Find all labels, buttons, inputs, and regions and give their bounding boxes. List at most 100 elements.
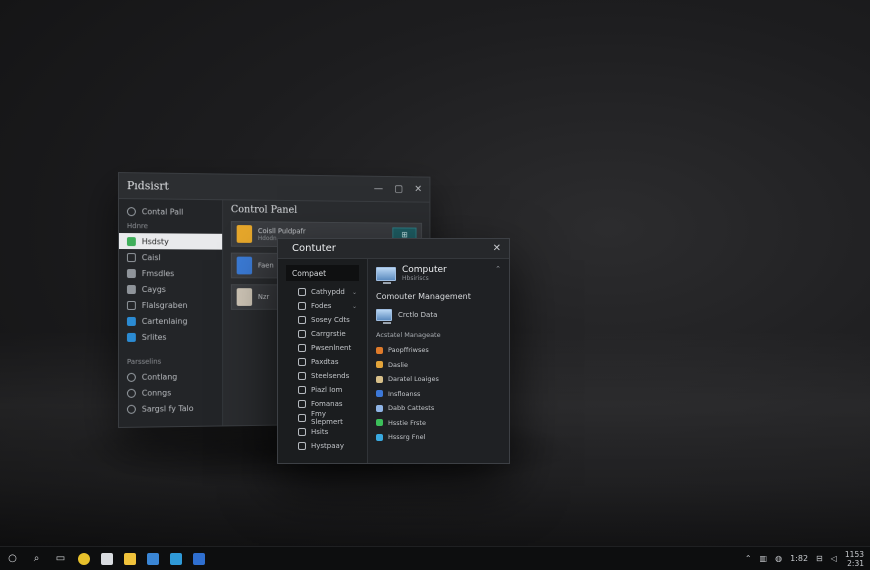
- item-icon: [298, 358, 306, 366]
- chrome-icon[interactable]: [78, 552, 90, 565]
- sidebar-item[interactable]: Fmsdles: [119, 265, 222, 281]
- chevron-up-icon[interactable]: ⌃: [495, 265, 501, 273]
- folder-icon: [376, 433, 383, 441]
- sidebar-item[interactable]: Fomanas: [278, 397, 367, 411]
- shortcut-item[interactable]: Crctlo Data: [376, 309, 501, 324]
- chevron-down-icon: ⌄: [351, 288, 357, 296]
- word-icon[interactable]: [193, 552, 205, 565]
- notepad-icon[interactable]: [101, 552, 113, 565]
- chevron-down-icon: ⌄: [351, 302, 357, 310]
- chevron-up-icon[interactable]: ⌃: [745, 554, 752, 563]
- display-icon: [126, 300, 136, 310]
- circle-icon: [126, 372, 136, 382]
- list-item[interactable]: Paopffriwses: [376, 343, 501, 358]
- shield-icon: [126, 236, 136, 246]
- close-button[interactable]: ✕: [493, 243, 501, 254]
- folder-icon: [126, 268, 136, 278]
- store-icon[interactable]: [147, 552, 159, 565]
- sidebar-item[interactable]: Hsits: [278, 425, 367, 439]
- sidebar-item[interactable]: Pwsenlnent: [278, 341, 367, 355]
- monitor-icon: [376, 309, 392, 324]
- sidebar-item[interactable]: Cathypdd ⌄: [278, 285, 367, 299]
- folder-icon: [376, 375, 383, 383]
- document-icon: [376, 404, 383, 412]
- sidebar-item[interactable]: Hystpaay: [278, 439, 367, 453]
- sidebar-item[interactable]: Steelsends: [278, 369, 367, 383]
- sidebar-item-selected[interactable]: Hsdsty: [118, 233, 223, 250]
- list-icon: [126, 252, 136, 262]
- list-item[interactable]: Daslie: [376, 358, 501, 373]
- list-item[interactable]: Hsstie Frste: [376, 416, 501, 431]
- tray-text[interactable]: 1:82: [790, 554, 808, 563]
- computer-sidebar: Compaet Cathypdd ⌄ Fodes ⌄ Sosey Cdts Carr…: [278, 259, 368, 463]
- computer-title: Computer: [402, 265, 447, 275]
- clock[interactable]: 1153 2:31: [845, 550, 864, 568]
- drive-icon: [126, 284, 136, 294]
- network-icon[interactable]: ◍: [775, 554, 782, 563]
- sidebar-item[interactable]: Sargsl fy Talo: [119, 400, 222, 417]
- item-icon: [298, 428, 306, 436]
- back-sidebar: Contal Pall Hdnre Hsdsty Caisl Fmsdles C…: [118, 199, 224, 427]
- folder-icon[interactable]: [124, 552, 136, 565]
- sidebar-section2-label: Parsselins: [126, 357, 162, 366]
- search-icon[interactable]: ⌕: [30, 552, 43, 565]
- settings-icon: [126, 206, 136, 216]
- back-window-titlebar[interactable]: Pıdsisrt — ▢ ✕: [118, 173, 430, 203]
- list-item[interactable]: Daratel Loaiges: [376, 372, 501, 387]
- computer-header: Computer Hbsiriscs ⌃: [376, 265, 501, 284]
- sidebar-item[interactable]: Paxdtas: [278, 355, 367, 369]
- sidebar-item[interactable]: Fodes ⌄: [278, 299, 367, 313]
- volume-icon[interactable]: ◁: [831, 554, 837, 563]
- list-item[interactable]: Dabb Cattests: [376, 401, 501, 416]
- sidebar-item[interactable]: Conngs: [119, 384, 222, 401]
- item-icon: [298, 288, 306, 296]
- battery-icon[interactable]: ▥: [760, 554, 768, 563]
- sidebar-section-label: Hdnre: [126, 222, 148, 231]
- document-icon: [376, 390, 383, 398]
- sidebar-header[interactable]: Compaet: [286, 265, 359, 281]
- apps-icon: [126, 332, 136, 342]
- system-tray: ⌃ ▥ ◍ 1:82 ⊟ ◁ 1153 2:31: [745, 550, 864, 568]
- book-icon: [236, 256, 253, 275]
- computer-subtitle: Hbsiriscs: [402, 275, 429, 282]
- item-icon: [298, 442, 306, 450]
- package-icon: [236, 288, 253, 306]
- computer-window-titlebar[interactable]: Contuter ✕: [278, 239, 509, 259]
- item-icon: [298, 400, 306, 408]
- computer-main-panel: Computer Hbsiriscs ⌃ Comouter Management…: [368, 259, 509, 463]
- tools-list: Paopffriwses Daslie Daratel Loaiges Insf…: [376, 343, 501, 445]
- sidebar-item-control-panel[interactable]: Contal Pall: [119, 203, 222, 220]
- maximize-button[interactable]: ▢: [394, 184, 403, 195]
- sidebar-item[interactable]: Caisl: [119, 249, 222, 265]
- sidebar-item[interactable]: Contlang: [119, 368, 222, 385]
- page-title: Control Panel: [230, 204, 298, 216]
- computer-window-title: Contuter: [292, 243, 336, 254]
- tool-icon: [376, 346, 383, 354]
- item-icon: [298, 344, 306, 352]
- sidebar-item[interactable]: Sosey Cdts: [278, 313, 367, 327]
- sidebar-item[interactable]: Carrgrstie: [278, 327, 367, 341]
- list-item[interactable]: Insfloanss: [376, 387, 501, 402]
- close-button[interactable]: ✕: [414, 184, 422, 195]
- list-item[interactable]: Hsssrg Fnel: [376, 430, 501, 445]
- sidebar-item[interactable]: Fmy Slepmert: [278, 410, 367, 426]
- edge-icon[interactable]: [170, 552, 182, 565]
- network-icon: [126, 316, 136, 326]
- sidebar-item[interactable]: Caygs: [119, 281, 222, 297]
- item-icon: [298, 372, 306, 380]
- sidebar-item[interactable]: Flalsgraben: [119, 297, 222, 313]
- sidebar-item[interactable]: Piazl Iom: [278, 383, 367, 397]
- task-view-icon[interactable]: ▭: [54, 552, 67, 565]
- start-icon[interactable]: ○: [6, 552, 19, 565]
- sidebar-item[interactable]: Srlites: [119, 329, 222, 345]
- check-icon: [376, 419, 383, 427]
- tool-icon: [376, 361, 383, 369]
- minimize-button[interactable]: —: [374, 184, 383, 195]
- item-icon: [298, 302, 306, 310]
- sidebar-item[interactable]: Cartenlaing: [119, 313, 222, 329]
- shield-icon: [236, 225, 253, 243]
- item-icon: [298, 330, 306, 338]
- item-icon: [298, 386, 306, 394]
- display-icon[interactable]: ⊟: [816, 554, 823, 563]
- section-heading: Comouter Management: [376, 292, 471, 301]
